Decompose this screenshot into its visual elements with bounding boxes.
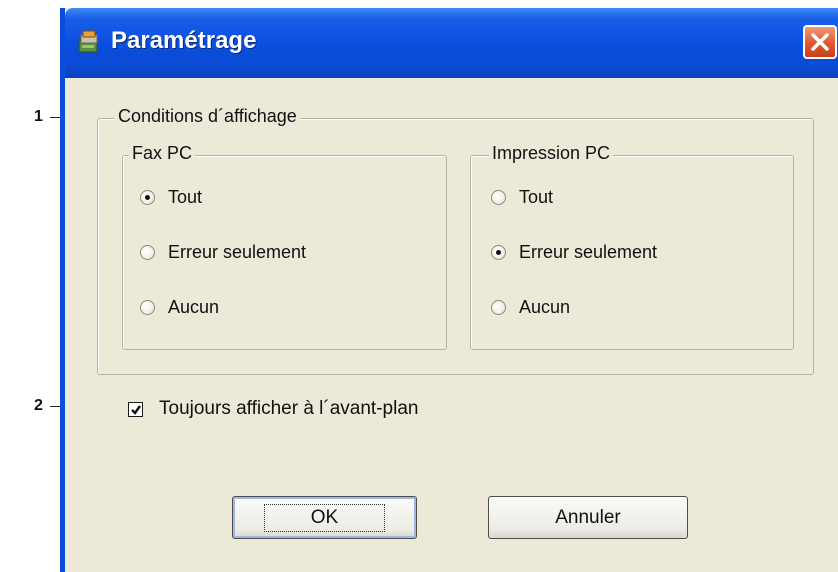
impression-pc-radio-erreur-seulement[interactable] — [491, 244, 506, 260]
settings-app-icon — [77, 30, 101, 54]
always-on-top-label: Toujours afficher à l´avant-plan — [159, 398, 419, 419]
title-bar[interactable]: Paramétrage — [65, 8, 838, 78]
impression-pc-option-aucun[interactable]: Aucun — [491, 295, 570, 319]
always-on-top-checkbox[interactable] — [128, 401, 143, 417]
always-on-top-option[interactable]: Toujours afficher à l´avant-plan — [128, 398, 418, 420]
impression-pc-option-label: Aucun — [519, 296, 571, 317]
impression-pc-option-tout[interactable]: Tout — [491, 185, 553, 209]
impression-pc-radio-tout[interactable] — [491, 189, 506, 205]
impression-pc-option-label: Erreur seulement — [519, 241, 658, 262]
impression-pc-legend: Impression PC — [489, 143, 614, 164]
fax-pc-radio-erreur-seulement[interactable] — [140, 244, 155, 260]
cancel-button[interactable]: Annuler — [488, 496, 688, 539]
impression-pc-option-erreur-seulement[interactable]: Erreur seulement — [491, 240, 657, 264]
close-icon — [811, 33, 829, 51]
fax-pc-option-label: Aucun — [168, 296, 220, 317]
close-button[interactable] — [803, 25, 837, 59]
callout-number-2: 2 — [34, 397, 43, 414]
ok-button[interactable]: OK — [232, 496, 417, 539]
fax-pc-option-label: Erreur seulement — [168, 241, 307, 262]
impression-pc-radio-aucun[interactable] — [491, 299, 506, 315]
fax-pc-radio-aucun[interactable] — [140, 299, 155, 315]
checkmark-icon — [131, 404, 141, 415]
fax-pc-option-tout[interactable]: Tout — [140, 185, 202, 209]
fax-pc-legend: Fax PC — [129, 143, 196, 164]
fax-pc-option-aucun[interactable]: Aucun — [140, 295, 219, 319]
fax-pc-option-erreur-seulement[interactable]: Erreur seulement — [140, 240, 306, 264]
settings-dialog: Paramétrage Conditions d´affichage Fax P… — [60, 8, 838, 572]
window-title: Paramétrage — [111, 27, 257, 54]
fax-pc-radio-tout[interactable] — [140, 189, 155, 205]
impression-pc-option-label: Tout — [519, 186, 554, 207]
ok-button-label: OK — [263, 503, 386, 532]
fax-pc-option-label: Tout — [168, 186, 203, 207]
callout-number-1: 1 — [34, 108, 43, 125]
display-conditions-legend: Conditions d´affichage — [115, 106, 300, 127]
